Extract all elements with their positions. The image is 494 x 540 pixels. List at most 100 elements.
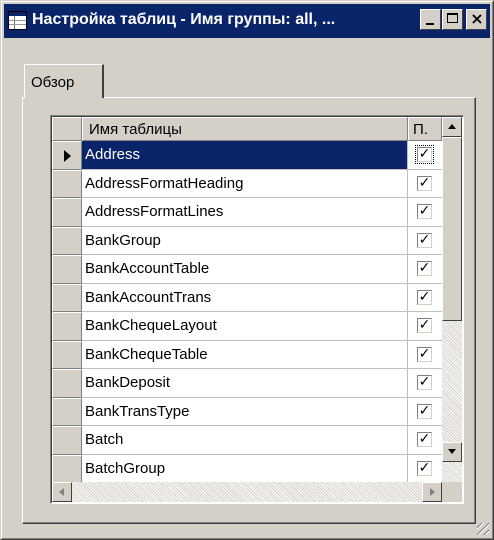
table-name-cell[interactable]: BankAccountTrans [82, 283, 408, 312]
include-cell: ✓ [408, 170, 442, 198]
include-checkbox[interactable]: ✓ [417, 346, 432, 362]
table-name: BankChequeLayout [85, 317, 217, 334]
table-row[interactable]: BankAccountTrans ✓ [52, 283, 442, 312]
table-name: BankGroup [85, 231, 161, 249]
column-header-table-name-label: Имя таблицы [89, 121, 182, 138]
minimize-button[interactable] [420, 9, 441, 30]
grid-rows: Address ✓ AddressFormatHeading ✓ AddressForm… [52, 141, 442, 483]
scroll-down-button[interactable] [442, 442, 462, 462]
scroll-up-button[interactable] [442, 117, 462, 137]
include-cell: ✓ [408, 255, 442, 284]
arrow-up-icon [448, 124, 456, 129]
table-row[interactable]: BankGroup ✓ [52, 226, 442, 255]
table-name: Address [85, 146, 141, 163]
include-checkbox[interactable]: ✓ [417, 432, 432, 447]
row-selector[interactable] [52, 312, 82, 341]
table-name-cell[interactable]: AddressFormatLines [82, 198, 408, 227]
table-name-cell[interactable]: BankChequeLayout [82, 312, 408, 341]
scroll-right-button[interactable] [422, 482, 442, 502]
table-name: BatchGroup [85, 459, 166, 477]
horizontal-scrollbar[interactable] [52, 482, 442, 502]
include-checkbox[interactable]: ✓ [415, 145, 434, 164]
table-name-cell[interactable]: Address [82, 141, 408, 170]
include-checkbox[interactable]: ✓ [417, 232, 432, 248]
resize-grip-icon[interactable] [477, 523, 489, 535]
include-cell: ✓ [408, 141, 442, 170]
row-selector[interactable] [52, 198, 82, 227]
scroll-corner [442, 482, 462, 502]
row-selector[interactable] [52, 369, 82, 398]
include-checkbox[interactable]: ✓ [417, 289, 432, 305]
table-name: BankTransType [85, 402, 190, 420]
scroll-thumb[interactable] [442, 137, 462, 321]
table-row[interactable]: Batch ✓ [52, 426, 442, 455]
maximize-button[interactable] [442, 9, 463, 30]
tables-grid[interactable]: Имя таблицы П. Address ✓ AddressFormatHead… [50, 115, 464, 504]
scroll-left-button[interactable] [52, 482, 72, 502]
column-header-p[interactable]: П. [408, 117, 442, 141]
table-name: BankDeposit [85, 374, 171, 391]
grid-header: Имя таблицы П. [52, 117, 442, 141]
row-selector-header[interactable] [52, 117, 82, 141]
include-cell: ✓ [408, 369, 442, 398]
table-row[interactable]: AddressFormatHeading ✓ [52, 169, 442, 198]
tab-overview[interactable]: Обзор [24, 64, 104, 98]
include-checkbox[interactable]: ✓ [417, 204, 432, 219]
tab-overview-label: Обзор [31, 74, 75, 91]
table-icon[interactable] [8, 11, 27, 30]
table-row[interactable]: AddressFormatLines ✓ [52, 198, 442, 227]
table-name: BankAccountTrans [85, 288, 212, 306]
title-bar[interactable]: Настройка таблиц - Имя группы: all, ... … [4, 4, 490, 38]
table-row[interactable]: Address ✓ [52, 141, 442, 170]
table-name: BankAccountTable [85, 260, 210, 277]
table-row[interactable]: BankChequeLayout ✓ [52, 312, 442, 341]
table-name-cell[interactable]: BankChequeTable [82, 340, 408, 369]
row-selector[interactable] [52, 226, 82, 255]
close-button[interactable]: × [466, 9, 487, 30]
table-name-cell[interactable]: BankGroup [82, 226, 408, 255]
table-name-cell[interactable]: AddressFormatHeading [82, 169, 408, 198]
arrow-right-icon [64, 150, 71, 162]
row-selector[interactable] [52, 340, 82, 369]
table-name-cell[interactable]: Batch [82, 426, 408, 455]
arrow-down-icon [448, 449, 456, 454]
table-name: Batch [85, 431, 124, 448]
table-name-cell[interactable]: BankTransType [82, 397, 408, 426]
table-name-cell[interactable]: BatchGroup [82, 454, 408, 483]
table-name-cell[interactable]: BankAccountTable [82, 255, 408, 284]
maximize-icon [447, 13, 458, 23]
include-cell: ✓ [408, 284, 442, 312]
include-checkbox[interactable]: ✓ [417, 460, 432, 476]
row-selector[interactable] [52, 397, 82, 426]
include-checkbox[interactable]: ✓ [417, 403, 432, 419]
include-checkbox[interactable]: ✓ [417, 375, 432, 390]
window-title: Настройка таблиц - Имя группы: all, ... [32, 11, 336, 28]
row-selector[interactable] [52, 169, 82, 198]
close-icon: × [470, 9, 484, 28]
row-selector[interactable] [52, 426, 82, 455]
row-selector[interactable] [52, 454, 82, 483]
minimize-icon [426, 23, 434, 25]
include-checkbox[interactable]: ✓ [417, 318, 432, 333]
column-header-table-name[interactable]: Имя таблицы [82, 117, 408, 141]
row-selector[interactable] [52, 255, 82, 284]
table-row[interactable]: BankAccountTable ✓ [52, 255, 442, 284]
include-checkbox[interactable]: ✓ [417, 261, 432, 276]
include-cell: ✓ [408, 312, 442, 341]
table-row[interactable]: BankChequeTable ✓ [52, 340, 442, 369]
include-cell: ✓ [408, 455, 442, 483]
include-cell: ✓ [408, 426, 442, 455]
table-name-cell[interactable]: BankDeposit [82, 369, 408, 398]
column-header-p-label: П. [413, 121, 428, 138]
arrow-right-icon [430, 488, 435, 496]
table-name: AddressFormatLines [85, 203, 224, 220]
include-checkbox[interactable]: ✓ [417, 175, 432, 191]
table-row[interactable]: BankTransType ✓ [52, 397, 442, 426]
include-cell: ✓ [408, 198, 442, 227]
row-selector[interactable] [52, 283, 82, 312]
vertical-scrollbar[interactable] [442, 117, 462, 482]
table-row[interactable]: BankDeposit ✓ [52, 369, 442, 398]
table-row[interactable]: BatchGroup ✓ [52, 454, 442, 483]
table-name: BankChequeTable [85, 345, 208, 363]
row-selector[interactable] [52, 141, 82, 170]
